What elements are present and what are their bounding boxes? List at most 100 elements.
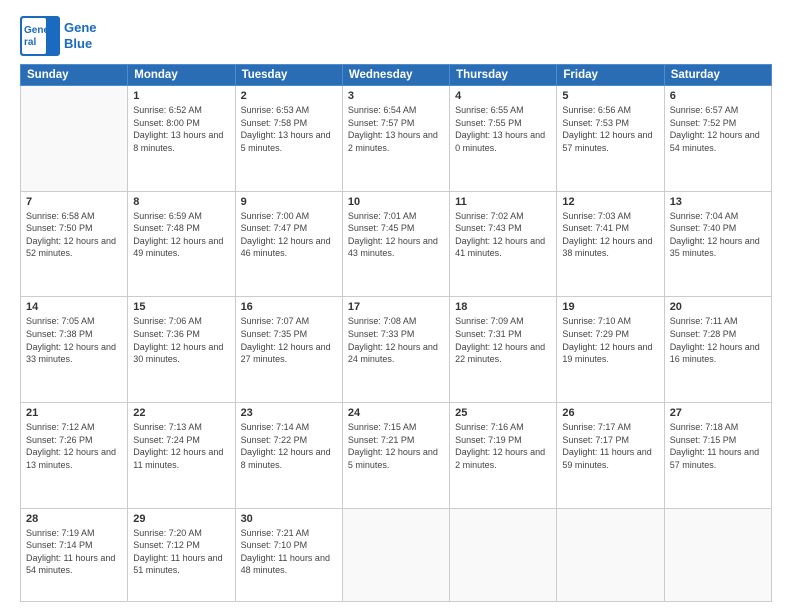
day-info: Sunrise: 6:54 AMSunset: 7:57 PMDaylight:… xyxy=(348,104,444,154)
day-cell: 13 Sunrise: 7:04 AMSunset: 7:40 PMDayligh… xyxy=(664,191,771,297)
day-cell: 1 Sunrise: 6:52 AMSunset: 8:00 PMDaylight… xyxy=(128,86,235,192)
day-info: Sunrise: 6:53 AMSunset: 7:58 PMDaylight:… xyxy=(241,104,337,154)
header: GeneralGeneBlue xyxy=(20,16,772,56)
weekday-header-row: SundayMondayTuesdayWednesdayThursdayFrid… xyxy=(21,65,772,86)
day-cell: 26 Sunrise: 7:17 AMSunset: 7:17 PMDayligh… xyxy=(557,403,664,509)
day-info: Sunrise: 7:00 AMSunset: 7:47 PMDaylight:… xyxy=(241,210,337,260)
weekday-header: Sunday xyxy=(21,65,128,86)
weekday-header: Monday xyxy=(128,65,235,86)
day-number: 16 xyxy=(241,301,337,313)
day-cell: 22Sunrise: 7:13 AMSunset: 7:24 PMDayligh… xyxy=(128,403,235,509)
day-number: 22 xyxy=(133,407,229,419)
day-cell: 17 Sunrise: 7:08 AMSunset: 7:33 PMDayligh… xyxy=(342,297,449,403)
day-number: 3 xyxy=(348,90,444,102)
day-cell: 19Sunrise: 7:10 AMSunset: 7:29 PMDayligh… xyxy=(557,297,664,403)
day-info: Sunrise: 7:19 AMSunset: 7:14 PMDaylight:… xyxy=(26,527,122,577)
day-number: 26 xyxy=(562,407,658,419)
day-number: 5 xyxy=(562,90,658,102)
day-number: 18 xyxy=(455,301,551,313)
day-info: Sunrise: 6:56 AMSunset: 7:53 PMDaylight:… xyxy=(562,104,658,154)
day-number: 23 xyxy=(241,407,337,419)
svg-text:ral: ral xyxy=(24,37,36,48)
day-info: Sunrise: 7:20 AMSunset: 7:12 PMDaylight:… xyxy=(133,527,229,577)
day-info: Sunrise: 7:11 AMSunset: 7:28 PMDaylight:… xyxy=(670,315,766,365)
day-info: Sunrise: 7:05 AMSunset: 7:38 PMDaylight:… xyxy=(26,315,122,365)
day-number: 6 xyxy=(670,90,766,102)
weekday-header: Tuesday xyxy=(235,65,342,86)
week-row: 1 Sunrise: 6:52 AMSunset: 8:00 PMDaylight… xyxy=(21,86,772,192)
day-info: Sunrise: 7:17 AMSunset: 7:17 PMDaylight:… xyxy=(562,421,658,471)
day-cell: 24Sunrise: 7:15 AMSunset: 7:21 PMDayligh… xyxy=(342,403,449,509)
day-number: 4 xyxy=(455,90,551,102)
day-cell: 21 Sunrise: 7:12 AMSunset: 7:26 PMDayligh… xyxy=(21,403,128,509)
day-number: 30 xyxy=(241,513,337,525)
day-info: Sunrise: 6:52 AMSunset: 8:00 PMDaylight:… xyxy=(133,104,229,154)
day-cell: 10Sunrise: 7:01 AMSunset: 7:45 PMDayligh… xyxy=(342,191,449,297)
day-info: Sunrise: 7:16 AMSunset: 7:19 PMDaylight:… xyxy=(455,421,551,471)
day-number: 14 xyxy=(26,301,122,313)
day-number: 27 xyxy=(670,407,766,419)
day-info: Sunrise: 7:04 AMSunset: 7:40 PMDaylight:… xyxy=(670,210,766,260)
weekday-header: Saturday xyxy=(664,65,771,86)
day-cell: 20 Sunrise: 7:11 AMSunset: 7:28 PMDayligh… xyxy=(664,297,771,403)
logo: GeneralGeneBlue xyxy=(20,16,97,56)
day-cell: 23Sunrise: 7:14 AMSunset: 7:22 PMDayligh… xyxy=(235,403,342,509)
day-cell xyxy=(342,508,449,601)
day-cell: 12 Sunrise: 7:03 AMSunset: 7:41 PMDayligh… xyxy=(557,191,664,297)
day-number: 15 xyxy=(133,301,229,313)
day-cell: 27Sunrise: 7:18 AMSunset: 7:15 PMDayligh… xyxy=(664,403,771,509)
day-cell: 29Sunrise: 7:20 AMSunset: 7:12 PMDayligh… xyxy=(128,508,235,601)
day-cell xyxy=(450,508,557,601)
day-cell: 30Sunrise: 7:21 AMSunset: 7:10 PMDayligh… xyxy=(235,508,342,601)
day-cell: 8Sunrise: 6:59 AMSunset: 7:48 PMDaylight… xyxy=(128,191,235,297)
day-cell xyxy=(557,508,664,601)
day-info: Sunrise: 6:55 AMSunset: 7:55 PMDaylight:… xyxy=(455,104,551,154)
day-cell: 14 Sunrise: 7:05 AMSunset: 7:38 PMDayligh… xyxy=(21,297,128,403)
day-number: 12 xyxy=(562,196,658,208)
calendar-table: SundayMondayTuesdayWednesdayThursdayFrid… xyxy=(20,64,772,602)
day-info: Sunrise: 6:57 AMSunset: 7:52 PMDaylight:… xyxy=(670,104,766,154)
week-row: 21 Sunrise: 7:12 AMSunset: 7:26 PMDayligh… xyxy=(21,403,772,509)
logo-svg: General xyxy=(20,16,60,56)
day-number: 10 xyxy=(348,196,444,208)
day-cell: 5 Sunrise: 6:56 AMSunset: 7:53 PMDaylight… xyxy=(557,86,664,192)
day-cell: 3 Sunrise: 6:54 AMSunset: 7:57 PMDaylight… xyxy=(342,86,449,192)
day-info: Sunrise: 7:03 AMSunset: 7:41 PMDaylight:… xyxy=(562,210,658,260)
week-row: 7 Sunrise: 6:58 AMSunset: 7:50 PMDaylight… xyxy=(21,191,772,297)
logo-text: GeneBlue xyxy=(64,20,97,51)
day-number: 13 xyxy=(670,196,766,208)
svg-text:Gene: Gene xyxy=(24,25,49,36)
day-info: Sunrise: 7:07 AMSunset: 7:35 PMDaylight:… xyxy=(241,315,337,365)
day-number: 11 xyxy=(455,196,551,208)
weekday-header: Thursday xyxy=(450,65,557,86)
day-cell: 2 Sunrise: 6:53 AMSunset: 7:58 PMDaylight… xyxy=(235,86,342,192)
weekday-header: Friday xyxy=(557,65,664,86)
weekday-header: Wednesday xyxy=(342,65,449,86)
day-number: 21 xyxy=(26,407,122,419)
day-cell xyxy=(21,86,128,192)
day-cell: 18 Sunrise: 7:09 AMSunset: 7:31 PMDayligh… xyxy=(450,297,557,403)
day-cell: 28 Sunrise: 7:19 AMSunset: 7:14 PMDayligh… xyxy=(21,508,128,601)
day-number: 1 xyxy=(133,90,229,102)
day-number: 20 xyxy=(670,301,766,313)
day-info: Sunrise: 7:09 AMSunset: 7:31 PMDaylight:… xyxy=(455,315,551,365)
day-number: 25 xyxy=(455,407,551,419)
day-number: 2 xyxy=(241,90,337,102)
day-cell: 7 Sunrise: 6:58 AMSunset: 7:50 PMDaylight… xyxy=(21,191,128,297)
day-cell: 25 Sunrise: 7:16 AMSunset: 7:19 PMDayligh… xyxy=(450,403,557,509)
day-info: Sunrise: 7:10 AMSunset: 7:29 PMDaylight:… xyxy=(562,315,658,365)
week-row: 14 Sunrise: 7:05 AMSunset: 7:38 PMDayligh… xyxy=(21,297,772,403)
day-info: Sunrise: 7:15 AMSunset: 7:21 PMDaylight:… xyxy=(348,421,444,471)
day-number: 7 xyxy=(26,196,122,208)
day-number: 17 xyxy=(348,301,444,313)
day-info: Sunrise: 7:12 AMSunset: 7:26 PMDaylight:… xyxy=(26,421,122,471)
day-info: Sunrise: 7:06 AMSunset: 7:36 PMDaylight:… xyxy=(133,315,229,365)
day-info: Sunrise: 6:58 AMSunset: 7:50 PMDaylight:… xyxy=(26,210,122,260)
day-number: 28 xyxy=(26,513,122,525)
day-cell: 6 Sunrise: 6:57 AMSunset: 7:52 PMDaylight… xyxy=(664,86,771,192)
day-info: Sunrise: 7:08 AMSunset: 7:33 PMDaylight:… xyxy=(348,315,444,365)
day-info: Sunrise: 6:59 AMSunset: 7:48 PMDaylight:… xyxy=(133,210,229,260)
day-info: Sunrise: 7:02 AMSunset: 7:43 PMDaylight:… xyxy=(455,210,551,260)
week-row: 28 Sunrise: 7:19 AMSunset: 7:14 PMDayligh… xyxy=(21,508,772,601)
day-cell: 4 Sunrise: 6:55 AMSunset: 7:55 PMDaylight… xyxy=(450,86,557,192)
